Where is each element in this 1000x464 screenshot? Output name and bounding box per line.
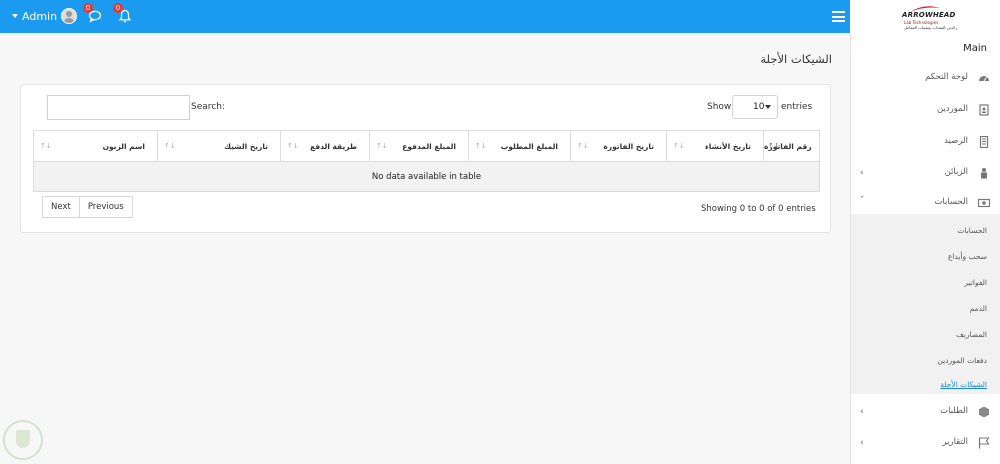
sidebar-item-suppliers[interactable]: الموردين [851, 98, 1000, 124]
show-label: Show [707, 102, 732, 112]
page-length-value: 10 [753, 102, 765, 112]
sidebar-item-orders[interactable]: ‹ الطلبات [851, 400, 1000, 426]
sidebar-item-customers[interactable]: ‹ الزبائن [851, 161, 1000, 187]
sidebar-section-title: Main [963, 43, 987, 54]
empty-table-message: No data available in table [33, 161, 820, 192]
sort-icon: ↑↓ [376, 142, 388, 150]
top-navbar: Admin 0 0 ARROWHEAD Lab Technologies رائ… [0, 0, 1000, 33]
cheques-table: ↑↓ اسم الزبون ↑↓ تاريخ الشيك ↑↓ طريقة الدفع… [33, 130, 820, 192]
avatar [61, 8, 78, 24]
accounts-submenu: الحسابات سحب وأيداع الفواتير الذمم المصا… [851, 214, 1000, 394]
previous-page-button[interactable]: Previous [79, 196, 133, 218]
sidebar-item-label: الموردين [937, 104, 968, 114]
sidebar-item-label: الطلبات [940, 406, 968, 416]
submenu-item-expenses[interactable]: المصاريف [956, 330, 987, 339]
submenu-item-deferred-cheques[interactable]: الشيكات الأجلة [940, 380, 987, 389]
submenu-item-invoices[interactable]: الفواتير [964, 278, 987, 287]
column-header-invoice-date[interactable]: ↑↓ تاريخ الفاتورة [570, 130, 667, 162]
sidebar: Main لوحة التحكم الموردين الرصيد ‹ الزبا… [850, 33, 1000, 464]
dropdown-arrow-icon [765, 105, 771, 109]
entries-label: entries [781, 102, 813, 112]
sort-asc-icon: ↑↓ [768, 142, 780, 150]
messages-button[interactable]: 0 [83, 3, 103, 24]
dashboard-icon [979, 76, 989, 82]
sort-icon: ↑↓ [577, 142, 589, 150]
search-input[interactable] [47, 95, 190, 120]
next-page-button[interactable]: Next [42, 196, 80, 218]
pagination: Next Previous [42, 196, 133, 218]
chevron-left-icon: ‹ [860, 407, 864, 417]
logo-tagline-ar: رائدين المعدات وتقنيات المعامل [904, 25, 958, 30]
user-menu[interactable]: Admin [12, 8, 78, 24]
sidebar-item-balance[interactable]: الرصيد [851, 130, 1000, 156]
sidebar-item-label: الزبائن [944, 167, 968, 177]
page-length-select[interactable]: 10 [732, 95, 778, 119]
sidebar-item-label: الحسابات [934, 197, 968, 207]
chevron-down-icon: ˇ [860, 196, 865, 206]
suppliers-icon [979, 104, 989, 116]
table-row: No data available in table [33, 161, 820, 192]
watermark-logo [3, 420, 43, 460]
table-info: Showing 0 to 0 of 0 entries [701, 204, 816, 214]
search-label: Search: [191, 102, 225, 112]
hamburger-icon [832, 11, 845, 13]
column-header-payment-method[interactable]: ↑↓ طريقة الدفع [280, 130, 370, 162]
menu-toggle-button[interactable] [832, 11, 845, 22]
sidebar-item-reports[interactable]: ‹ التقارير [851, 431, 1000, 457]
sort-icon: ↑↓ [475, 142, 487, 150]
column-header-created-date[interactable]: ↑↓ تاريخ الأنشاء [666, 130, 764, 162]
sidebar-item-label: التقارير [942, 437, 968, 447]
customers-icon [981, 168, 987, 179]
balance-icon [979, 136, 989, 148]
notifications-button[interactable]: 0 [113, 3, 133, 24]
cheques-table-card: Show 10 entries Search: ↑↓ اسم الزبون ↑↓ ت… [20, 84, 831, 233]
orders-icon [979, 406, 989, 418]
submenu-item-withdraw-deposit[interactable]: سحب وأيداع [948, 252, 987, 261]
caret-down-icon [12, 14, 18, 18]
submenu-item-accounts[interactable]: الحسابات [957, 226, 987, 235]
submenu-item-supplier-payments[interactable]: دفعات الموردين [937, 356, 987, 365]
flag-icon [978, 437, 990, 449]
messages-badge: 0 [83, 3, 93, 13]
sort-icon: ↑↓ [287, 142, 299, 150]
column-header-invoice-number[interactable]: ↑↓ رقم الفاتورة [763, 130, 820, 162]
sidebar-item-label: لوحة التحكم [925, 72, 968, 82]
table-header-row: ↑↓ اسم الزبون ↑↓ تاريخ الشيك ↑↓ طريقة الدفع… [33, 130, 820, 162]
column-header-customer-name[interactable]: ↑↓ اسم الزبون [33, 130, 158, 162]
brand-logo[interactable]: ARROWHEAD Lab Technologies رائدين المعدا… [850, 0, 1000, 33]
sort-icon: ↑↓ [40, 142, 52, 150]
column-header-amount-due[interactable]: ↑↓ المبلغ المطلوب [468, 130, 571, 162]
column-header-amount-paid[interactable]: ↑↓ المبلغ المدفوع [369, 130, 469, 162]
user-name: Admin [22, 9, 58, 23]
sort-icon: ↑↓ [164, 142, 176, 150]
sidebar-item-dashboard[interactable]: لوحة التحكم [851, 66, 1000, 92]
notifications-badge: 0 [113, 3, 123, 13]
logo-text: ARROWHEAD [902, 11, 956, 19]
chevron-left-icon: ‹ [860, 438, 864, 448]
sort-icon: ↑↓ [673, 142, 685, 150]
sidebar-item-label: الرصيد [944, 136, 968, 146]
accounts-icon [978, 198, 990, 208]
column-header-cheque-date[interactable]: ↑↓ تاريخ الشيك [157, 130, 281, 162]
submenu-item-receivables[interactable]: الذمم [970, 304, 987, 313]
page-title: الشيكات الأجلة [760, 52, 832, 66]
chevron-left-icon: ‹ [860, 168, 864, 178]
